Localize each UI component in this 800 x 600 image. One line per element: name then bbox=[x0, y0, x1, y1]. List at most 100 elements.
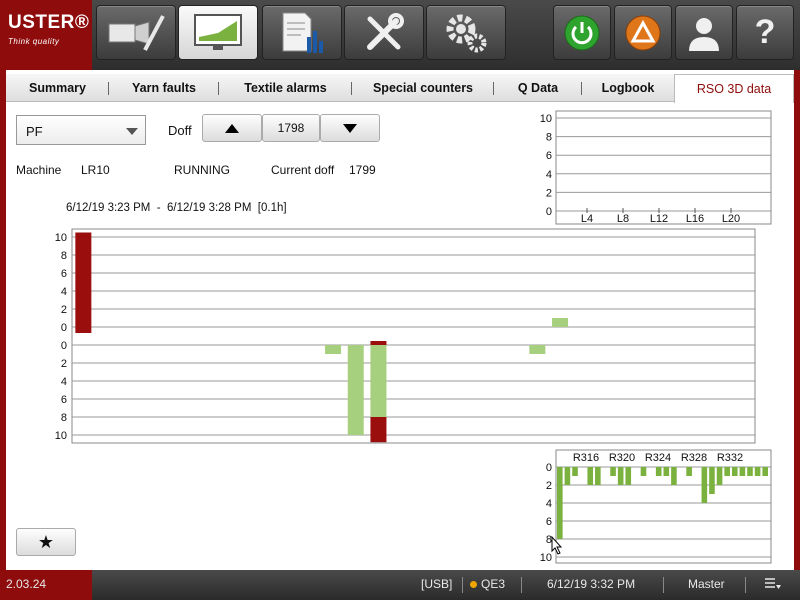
current-doff-label: Current doff bbox=[271, 163, 335, 177]
upper-y-tick-label: 4 bbox=[61, 286, 67, 298]
power-icon bbox=[564, 15, 600, 50]
lower-y-tick-label: 8 bbox=[61, 412, 67, 424]
lower-y-tick-label: 10 bbox=[55, 430, 67, 442]
y-tick-label: 2 bbox=[546, 480, 552, 492]
tab-summary[interactable]: Summary bbox=[6, 74, 109, 102]
x-tick-label: R316 bbox=[573, 452, 599, 464]
bar bbox=[731, 467, 738, 476]
bar bbox=[754, 467, 761, 476]
power-button[interactable] bbox=[553, 5, 611, 60]
list-menu-icon[interactable] bbox=[764, 576, 782, 595]
tab-logbook[interactable]: Logbook bbox=[582, 74, 674, 102]
fault-type-value: PF bbox=[26, 124, 43, 139]
upper-bar bbox=[552, 318, 569, 327]
upper-bar bbox=[75, 232, 92, 327]
bar bbox=[587, 467, 594, 485]
favorite-button[interactable]: ★ bbox=[16, 528, 76, 556]
tab-special-counters[interactable]: Special counters bbox=[352, 74, 494, 102]
bar bbox=[762, 467, 768, 476]
y-tick-label: 2 bbox=[546, 187, 552, 199]
chart-frame bbox=[555, 110, 772, 225]
doff-next-button[interactable] bbox=[320, 114, 380, 142]
user-icon bbox=[689, 17, 719, 51]
top-right-chart: 0 2 4 6 8 10 L4 L8 L12 L16 L20 bbox=[528, 108, 774, 226]
user-name[interactable]: Master bbox=[688, 577, 725, 591]
top-navigation-bar: USTER® Think quality ? bbox=[0, 0, 800, 70]
y-tick-label: 8 bbox=[546, 534, 552, 546]
bar bbox=[739, 467, 746, 476]
lower-bar bbox=[325, 345, 342, 354]
y-tick-label: 6 bbox=[546, 516, 552, 528]
y-tick-label: 10 bbox=[540, 552, 552, 564]
chevron-down-icon bbox=[126, 128, 138, 135]
y-tick-label: 10 bbox=[540, 113, 552, 125]
gauge-icon bbox=[108, 14, 165, 51]
bar bbox=[595, 467, 601, 485]
arrow-down-icon bbox=[343, 124, 357, 134]
bar bbox=[686, 467, 692, 476]
doff-prev-button[interactable] bbox=[202, 114, 262, 142]
bar bbox=[655, 467, 662, 476]
tab-q-data[interactable]: Q Data bbox=[494, 74, 582, 102]
uster-logo: USTER® Think quality bbox=[0, 0, 92, 70]
lower-bar bbox=[370, 345, 387, 417]
settings-icon bbox=[446, 14, 487, 52]
tab-rso-3d-data[interactable]: RSO 3D data bbox=[674, 74, 794, 103]
nav-settings-button[interactable] bbox=[426, 5, 506, 60]
group-label[interactable]: QE3 bbox=[481, 577, 505, 591]
machine-label: Machine bbox=[16, 163, 62, 177]
user-button[interactable] bbox=[675, 5, 733, 60]
alarm-button[interactable] bbox=[614, 5, 672, 60]
x-tick-label: R324 bbox=[645, 452, 671, 464]
status-datetime: 6/12/19 3:32 PM bbox=[547, 577, 636, 591]
x-tick-label: R320 bbox=[609, 452, 635, 464]
lower-bar bbox=[529, 345, 546, 354]
y-tick-label: 4 bbox=[546, 169, 552, 181]
group-status-dot bbox=[470, 581, 477, 588]
bar bbox=[701, 467, 708, 503]
y-tick-label: 6 bbox=[546, 150, 552, 162]
main-panel: Summary Yarn faults Textile alarms Speci… bbox=[0, 70, 800, 570]
nav-tools-button[interactable] bbox=[344, 5, 424, 60]
bar bbox=[716, 467, 723, 485]
rso-3d-content: PF Doff 1798 Machine LR10 RUNNING Curren… bbox=[6, 103, 794, 570]
x-tick-label: L16 bbox=[686, 213, 704, 225]
top-right-chart-svg: 0 2 4 6 8 10 L4 L8 L12 L16 L20 bbox=[540, 110, 772, 225]
bar bbox=[747, 467, 753, 476]
y-tick-label: 8 bbox=[546, 132, 552, 144]
nav-report-button[interactable] bbox=[262, 5, 342, 60]
tab-textile-alarms[interactable]: Textile alarms bbox=[219, 74, 352, 102]
upper-y-tick-label: 8 bbox=[61, 250, 67, 262]
star-icon: ★ bbox=[37, 532, 55, 552]
doff-value-display: 1798 bbox=[262, 114, 320, 142]
x-tick-label: L12 bbox=[650, 213, 668, 225]
version-box: 2.03.24 bbox=[0, 570, 92, 600]
tab-bar: Summary Yarn faults Textile alarms Speci… bbox=[6, 74, 794, 103]
status-divider bbox=[663, 577, 664, 593]
lower-y-tick-label: 2 bbox=[61, 358, 67, 370]
lower-y-tick-label: 6 bbox=[61, 394, 67, 406]
nav-gauge-button[interactable] bbox=[96, 5, 176, 60]
status-divider bbox=[745, 577, 746, 593]
tab-yarn-faults[interactable]: Yarn faults bbox=[109, 74, 219, 102]
bar bbox=[663, 467, 670, 476]
status-divider bbox=[462, 577, 463, 593]
x-tick-label: L4 bbox=[581, 213, 593, 225]
upper-y-tick-label: 6 bbox=[61, 268, 67, 280]
lower-bar bbox=[347, 345, 364, 435]
lower-bar-stack bbox=[370, 417, 387, 443]
bar bbox=[671, 467, 677, 485]
time-range: 6/12/19 3:23 PM - 6/12/19 3:28 PM [0.1h] bbox=[66, 202, 287, 214]
lower-y-tick-label: 4 bbox=[61, 376, 67, 388]
y-tick-label: 4 bbox=[546, 498, 552, 510]
main-chart-svg: 0 2 4 6 8 10 0 2 4 6 8 10 bbox=[55, 228, 756, 444]
alarm-icon bbox=[625, 15, 661, 50]
bottom-right-chart-svg: 0 2 4 6 8 10 R316 R320 R324 R328 R332 bbox=[540, 449, 772, 564]
nav-monitor-button[interactable] bbox=[178, 5, 258, 60]
fault-type-select[interactable]: PF bbox=[16, 115, 146, 145]
bar bbox=[564, 467, 571, 485]
report-icon bbox=[282, 12, 323, 53]
x-tick-label: R328 bbox=[681, 452, 707, 464]
logo-tagline: Think quality bbox=[8, 37, 60, 46]
help-button[interactable]: ? bbox=[736, 5, 794, 60]
